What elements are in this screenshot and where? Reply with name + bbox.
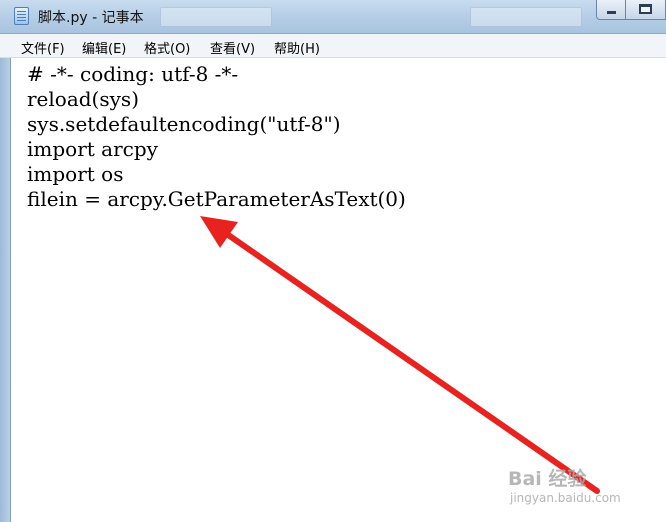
annotation-arrow — [200, 216, 600, 494]
baidu-watermark: Bai 经验 jingyan.baidu.com — [508, 464, 638, 514]
arrow-head — [200, 216, 238, 248]
arrow-shaft — [221, 229, 600, 494]
watermark-logo-text: Bai 经验 — [508, 468, 587, 490]
watermark-url: jingyan.baidu.com — [510, 491, 621, 505]
